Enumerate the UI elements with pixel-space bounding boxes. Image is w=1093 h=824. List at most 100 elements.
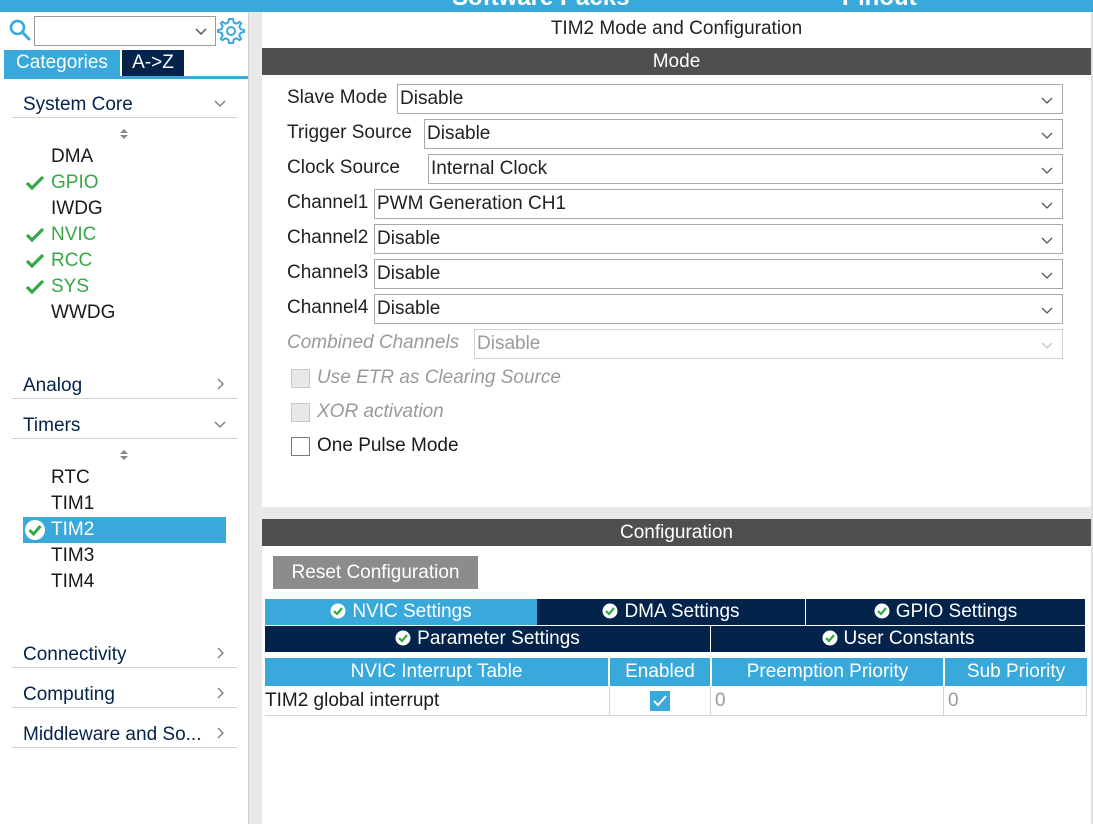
- trigger-source-label: Trigger Source: [287, 122, 412, 143]
- clock-source-select[interactable]: Internal Clock: [428, 154, 1063, 184]
- sort-icon[interactable]: [119, 128, 129, 140]
- tab-nvic-settings[interactable]: NVIC Settings: [265, 599, 537, 625]
- column-header[interactable]: Enabled: [610, 658, 710, 686]
- tab-label: GPIO Settings: [895, 601, 1018, 622]
- chevron-down-icon: [1041, 132, 1053, 139]
- channel4-select[interactable]: Disable: [374, 294, 1063, 324]
- reset-configuration-button[interactable]: Reset Configuration: [273, 556, 478, 589]
- channel3-select[interactable]: Disable: [374, 259, 1063, 289]
- chevron-right-icon: [217, 647, 224, 659]
- chevron-down-icon: [1041, 97, 1053, 104]
- tab-dma-settings[interactable]: DMA Settings: [537, 599, 805, 625]
- combined-channels-select: Disable: [474, 329, 1063, 359]
- sidebar-item-iwdg[interactable]: IWDG: [23, 196, 226, 222]
- tab-label: User Constants: [843, 628, 975, 649]
- sidebar-item-tim3[interactable]: TIM3: [23, 543, 226, 569]
- select-value: Disable: [400, 88, 464, 109]
- sub-priority-cell[interactable]: 0: [944, 686, 1087, 716]
- category-middleware[interactable]: Middleware and So...: [12, 722, 237, 748]
- category-label: Middleware and So...: [23, 724, 202, 745]
- select-value: PWM Generation CH1: [377, 193, 567, 214]
- category-label: Timers: [23, 415, 81, 436]
- clock-source-label: Clock Source: [287, 157, 400, 178]
- checkmark-icon: [653, 695, 667, 707]
- column-header[interactable]: Sub Priority: [945, 658, 1087, 686]
- chevron-down-icon: [1041, 272, 1053, 279]
- column-header[interactable]: NVIC Interrupt Table: [265, 658, 608, 686]
- sidebar-item-label: RCC: [51, 250, 93, 271]
- category-system-core[interactable]: System Core: [12, 92, 237, 118]
- chevron-down-icon: [214, 421, 226, 428]
- search-row: [8, 16, 248, 46]
- sidebar-item-wwdg[interactable]: WWDG: [23, 300, 226, 326]
- tab-user-constants[interactable]: User Constants: [711, 626, 1085, 652]
- sidebar-item-rcc[interactable]: RCC: [23, 248, 226, 274]
- check-circle-icon: [602, 603, 618, 619]
- panel-splitter[interactable]: [249, 12, 262, 824]
- preemption-priority-cell[interactable]: 0: [711, 686, 944, 716]
- sidebar-item-gpio[interactable]: GPIO: [23, 170, 226, 196]
- category-analog[interactable]: Analog: [12, 373, 237, 399]
- check-circle-icon: [874, 603, 890, 619]
- sidebar-item-tim2[interactable]: TIM2: [23, 517, 226, 543]
- search-icon[interactable]: [8, 18, 32, 42]
- tab-gpio-settings[interactable]: GPIO Settings: [806, 599, 1085, 625]
- check-circle-icon: [330, 603, 346, 619]
- sidebar-item-nvic[interactable]: NVIC: [23, 222, 226, 248]
- tab-label: Parameter Settings: [417, 628, 580, 649]
- section-divider[interactable]: [262, 507, 1091, 519]
- search-input[interactable]: [34, 16, 216, 46]
- top-banner: Software Packs Pinout: [0, 0, 1093, 12]
- chevron-down-icon: [1041, 202, 1053, 209]
- enabled-cell: [610, 686, 711, 716]
- mode-section-header: Mode: [262, 48, 1091, 75]
- sidebar-item-tim1[interactable]: TIM1: [23, 491, 226, 517]
- slave-mode-label: Slave Mode: [287, 87, 388, 108]
- tab-parameter-settings[interactable]: Parameter Settings: [265, 626, 710, 652]
- chevron-down-icon: [1041, 342, 1053, 349]
- chevron-right-icon: [217, 378, 224, 390]
- select-value: Internal Clock: [431, 158, 548, 179]
- tab-categories[interactable]: Categories: [4, 50, 120, 76]
- sidebar-item-sys[interactable]: SYS: [23, 274, 226, 300]
- chevron-down-icon[interactable]: [193, 23, 209, 39]
- sidebar-item-label: NVIC: [51, 224, 97, 245]
- chevron-down-icon: [1041, 237, 1053, 244]
- channel2-select[interactable]: Disable: [374, 224, 1063, 254]
- sidebar-item-label: TIM2: [51, 519, 95, 540]
- category-label: Computing: [23, 684, 115, 705]
- configuration-section-header: Configuration: [262, 519, 1091, 546]
- sidebar-item-label: IWDG: [51, 198, 103, 219]
- trigger-source-select[interactable]: Disable: [424, 119, 1063, 149]
- channel1-select[interactable]: PWM Generation CH1: [374, 189, 1063, 219]
- sidebar-item-dma[interactable]: DMA: [23, 144, 226, 170]
- sidebar-item-label: SYS: [51, 276, 90, 297]
- tab-software-packs[interactable]: Software Packs: [452, 0, 629, 12]
- tab-pinout[interactable]: Pinout: [842, 0, 917, 12]
- sort-icon[interactable]: [119, 449, 129, 461]
- category-connectivity[interactable]: Connectivity: [12, 642, 237, 668]
- channel1-label: Channel1: [287, 192, 369, 213]
- sidebar-item-label: TIM3: [51, 545, 95, 566]
- check-icon: [25, 175, 45, 191]
- column-header[interactable]: Preemption Priority: [712, 658, 943, 686]
- sidebar-item-label: GPIO: [51, 172, 99, 193]
- use-etr-checkbox: [291, 369, 310, 388]
- enabled-checkbox[interactable]: [650, 691, 670, 711]
- sidebar-item-label: RTC: [51, 467, 90, 488]
- category-sidebar: Categories A->Z System Core DMA GPIO IWD…: [0, 12, 249, 824]
- check-icon: [25, 279, 45, 295]
- one-pulse-checkbox[interactable]: [291, 437, 310, 456]
- sidebar-item-rtc[interactable]: RTC: [23, 465, 226, 491]
- tab-a-z[interactable]: A->Z: [122, 50, 184, 76]
- category-label: Connectivity: [23, 644, 127, 665]
- sidebar-item-tim4[interactable]: TIM4: [23, 569, 226, 595]
- gear-icon[interactable]: [216, 16, 246, 46]
- slave-mode-select[interactable]: Disable: [397, 84, 1063, 114]
- one-pulse-label[interactable]: One Pulse Mode: [317, 435, 459, 457]
- sidebar-item-label: TIM1: [51, 493, 95, 514]
- chevron-right-icon: [217, 727, 224, 739]
- category-computing[interactable]: Computing: [12, 682, 237, 708]
- use-etr-label: Use ETR as Clearing Source: [317, 367, 561, 388]
- category-timers[interactable]: Timers: [12, 413, 237, 439]
